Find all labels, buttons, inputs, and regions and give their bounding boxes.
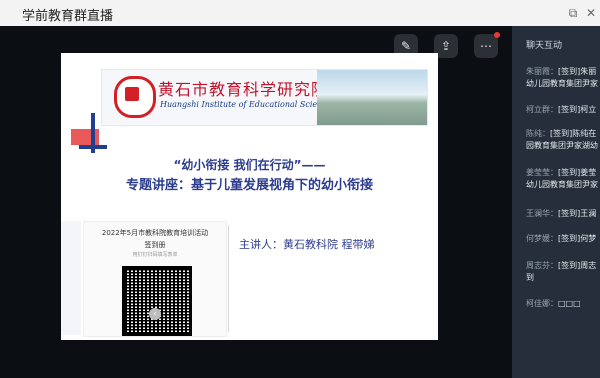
- qr-code[interactable]: [122, 266, 192, 336]
- chat-message: 何梦媛：[签到]何梦: [526, 233, 600, 245]
- live-stage: ✎ ⇪ ⋯ 黄石市教育科学研究院 Huangshi Institute of E…: [0, 26, 512, 378]
- chat-sender: 柯佳娜：: [526, 299, 558, 308]
- side-strip: [61, 221, 81, 335]
- chat-message: 柯立群：[签到]柯立: [526, 104, 600, 116]
- chat-text: [签到]陈纯在: [550, 129, 597, 138]
- chat-sender: 姜莹莹：: [526, 168, 558, 177]
- chat-message: 姜莹莹：[签到]姜莹 幼儿园教育集团尹家: [526, 167, 600, 191]
- chat-text-continued: 到: [526, 273, 534, 282]
- chat-text: [签到]姜莹: [558, 168, 597, 177]
- chat-message: 陈纯：[签到]陈纯在 园教育集团尹家湖幼: [526, 128, 600, 152]
- chat-message: 朱丽霞：[签到]朱丽 幼儿园教育集团尹家: [526, 66, 600, 90]
- scenery-image: [317, 70, 427, 125]
- window-title: 学前教育群直播: [22, 9, 114, 24]
- institute-logo: [114, 76, 156, 118]
- chat-sender: 朱丽霞：: [526, 67, 558, 76]
- divider: [228, 225, 229, 332]
- qr-title: 2022年5月市教科院教育培训活动: [101, 229, 209, 237]
- decor-bar-blue-horizontal: [79, 145, 107, 149]
- chat-text: [签到]朱丽: [558, 67, 597, 76]
- chat-sender: 周志芬：: [526, 261, 558, 270]
- chat-text: [签到]何梦: [558, 234, 597, 243]
- chat-message: 王澜华：[签到]王澜: [526, 208, 600, 220]
- chat-sender: 王澜华：: [526, 209, 558, 218]
- institute-name-en: Huangshi Institute of Educational Scienc…: [160, 100, 332, 109]
- institute-banner: 黄石市教育科学研究院 Huangshi Institute of Educati…: [101, 69, 428, 126]
- slide-heading: “幼小衔接 我们在行动”——: [173, 158, 326, 172]
- speaker-info: 主讲人：黄石教科院 程带娣: [239, 238, 375, 251]
- chat-text: [签到]柯立: [558, 105, 597, 114]
- chat-header: 聊天互动: [526, 41, 563, 51]
- qr-hint: 用钉钉扫码填写表单: [132, 252, 178, 258]
- institute-name-cn: 黄石市教育科学研究院: [158, 80, 329, 99]
- more-icon[interactable]: ⋯: [474, 32, 500, 58]
- chat-text: [签到]周志: [558, 261, 597, 270]
- chat-panel: 聊天互动 朱丽霞：[签到]朱丽 幼儿园教育集团尹家 柯立群：[签到]柯立 陈纯：…: [512, 26, 600, 378]
- chat-text-continued: 园教育集团尹家湖幼: [526, 141, 598, 150]
- chat-text-continued: 幼儿园教育集团尹家: [526, 79, 598, 88]
- presentation-slide: 黄石市教育科学研究院 Huangshi Institute of Educati…: [61, 53, 438, 340]
- chat-message: 周志芬：[签到]周志 到: [526, 260, 600, 284]
- chat-text: [签到]王澜: [558, 209, 597, 218]
- close-icon[interactable]: ✕: [584, 6, 598, 20]
- chat-sender: 何梦媛：: [526, 234, 558, 243]
- chevron-left-icon[interactable]: ‹: [149, 308, 161, 320]
- slide-subheading: 专题讲座：基于儿童发展视角下的幼小衔接: [125, 178, 373, 193]
- chat-message: 柯佳娜：□□□: [526, 298, 600, 310]
- popout-icon[interactable]: ⧉: [566, 6, 580, 20]
- chat-text-continued: 幼儿园教育集团尹家: [526, 180, 598, 189]
- chat-text: □□□: [558, 299, 581, 308]
- qr-subtitle: 签到册: [144, 241, 166, 249]
- title-bar: 学前教育群直播 ⧉ ✕: [0, 0, 600, 27]
- chat-sender: 陈纯：: [526, 129, 550, 138]
- chat-sender: 柯立群：: [526, 105, 558, 114]
